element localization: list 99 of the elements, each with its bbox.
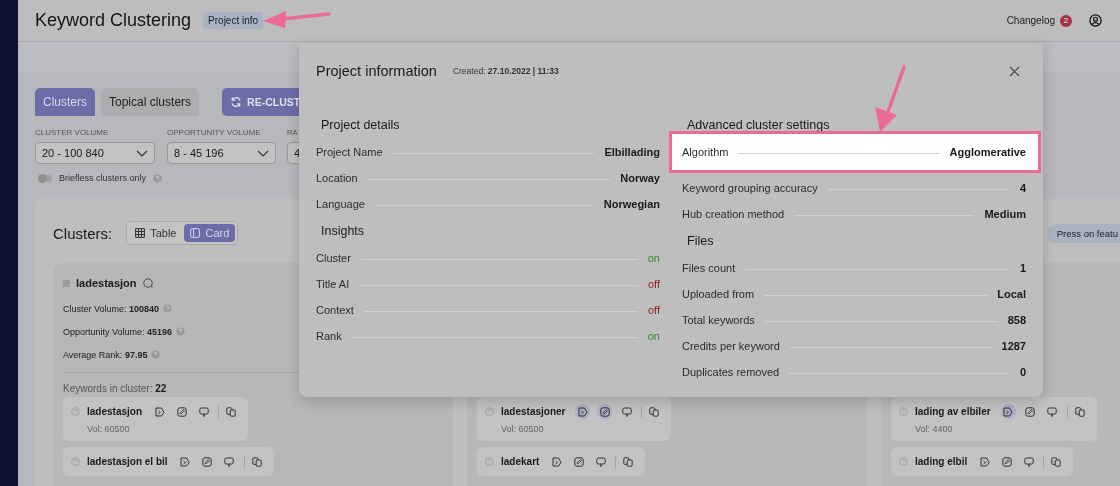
close-icon[interactable] <box>1009 65 1020 77</box>
grid-icon <box>135 228 146 238</box>
edit-icon[interactable] <box>1022 404 1038 419</box>
checkbox[interactable] <box>63 279 70 287</box>
detail-label: Rank <box>316 330 342 342</box>
detail-value: 1 <box>1019 262 1026 274</box>
detail-value: 4 <box>1019 182 1026 194</box>
edit-icon[interactable] <box>571 454 587 469</box>
section-heading: Insights <box>320 223 366 240</box>
brief-icon[interactable] <box>549 454 565 469</box>
chevron-down-icon <box>136 149 148 157</box>
monitor-icon[interactable] <box>196 404 212 419</box>
arrow-annotation <box>263 11 331 28</box>
detail-value: 858 <box>1007 314 1026 326</box>
dialog-title: Project information <box>316 63 437 79</box>
stat-text: Average Rank: 97.95 <box>63 349 148 360</box>
detail-value: off <box>647 278 660 290</box>
filter-dropdown[interactable]: 20 - 100 840 <box>35 142 155 164</box>
keyword-volume: Vol: 4400 <box>914 424 954 434</box>
stat-text: Cluster Volume: 100840 <box>63 303 160 314</box>
project-info-button[interactable]: Project info <box>203 12 264 29</box>
detail-label: Files count <box>682 262 736 274</box>
copy-icon[interactable] <box>649 406 660 417</box>
detail-value: Elbillading <box>604 146 660 158</box>
detail-label: Project Name <box>316 146 383 158</box>
detail-label: Uploaded from <box>682 288 755 300</box>
cluster-name: ladestasjon <box>76 277 137 289</box>
copy-icon[interactable] <box>1051 456 1062 467</box>
keyword-volume: Vol: 60500 <box>86 424 131 434</box>
monitor-icon[interactable] <box>221 454 237 469</box>
detail-value: Norwegian <box>603 198 660 210</box>
keyword-name: ladestasjon el bil <box>87 456 168 467</box>
copy-icon[interactable] <box>226 406 237 417</box>
brief-icon[interactable] <box>152 404 168 419</box>
detail-label: Title AI <box>316 278 350 290</box>
detail-value: Local <box>997 288 1026 300</box>
detail-value: 1287 <box>1001 340 1026 352</box>
monitor-icon[interactable] <box>619 404 635 419</box>
brief-icon[interactable] <box>977 454 993 469</box>
filter-label: OPPORTUNITY VOLUME <box>167 128 262 137</box>
copy-icon[interactable] <box>1074 406 1085 417</box>
edit-icon[interactable] <box>199 454 215 469</box>
detail-label: Keyword grouping accuracy <box>682 182 818 194</box>
detail-label: Algorithm <box>682 146 729 158</box>
brief-icon[interactable] <box>177 454 193 469</box>
view-toggle-button[interactable]: Table <box>129 224 183 242</box>
keyword-count-text: Keywords in cluster: 22 <box>63 383 168 394</box>
keyword-volume: Vol: 60500 <box>500 424 545 434</box>
edit-icon[interactable] <box>999 454 1015 469</box>
chat-bubble-icon[interactable] <box>142 278 153 288</box>
copy-icon[interactable] <box>623 456 634 467</box>
user-account-icon[interactable] <box>1089 14 1102 27</box>
card-icon <box>190 228 201 238</box>
detail-value: Medium <box>984 208 1026 220</box>
section-heading: Advanced cluster settings <box>686 117 831 134</box>
section-heading: Project details <box>320 117 401 134</box>
detail-label: Credits per keyword <box>682 340 780 352</box>
monitor-icon[interactable] <box>1021 454 1037 469</box>
section-title: Clusters: <box>53 224 113 242</box>
filter-dropdown[interactable]: 8 - 45 196 <box>167 142 276 164</box>
edit-icon[interactable] <box>174 404 190 419</box>
toggle-label: Briefless clusters only <box>59 173 147 183</box>
page-title: Keyword Clustering <box>35 10 192 31</box>
detail-value: on <box>647 330 660 342</box>
created-date: Created: 27.10.2022 | 11:33 <box>452 66 559 76</box>
detail-label: Hub creation method <box>682 208 785 220</box>
detail-label: Location <box>316 172 358 184</box>
detail-value: on <box>647 252 660 264</box>
detail-value: 0 <box>1019 366 1026 378</box>
monitor-icon[interactable] <box>1044 404 1060 419</box>
stat-text: Opportunity Volume: 45196 <box>63 326 173 337</box>
arrow-annotation <box>875 65 906 132</box>
hint-pill: Press on featu <box>1046 223 1120 243</box>
edit-icon[interactable] <box>597 404 613 419</box>
brief-icon[interactable] <box>1000 404 1016 419</box>
filter-label: CLUSTER VOLUME <box>35 128 110 137</box>
detail-label: Total keywords <box>682 314 755 326</box>
copy-icon[interactable] <box>251 456 262 467</box>
tab[interactable]: Topical clusters <box>101 88 200 116</box>
keyword-name: lading av elbiler <box>915 406 991 417</box>
detail-value: off <box>647 304 660 316</box>
toggle-switch[interactable] <box>38 174 52 182</box>
chevron-down-icon <box>257 149 269 157</box>
changelog-link[interactable]: Changelog <box>1006 15 1055 26</box>
keyword-name: ladekart <box>501 456 540 467</box>
keyword-name: lading elbil <box>915 456 968 467</box>
detail-value: Norway <box>620 172 660 184</box>
detail-label: Cluster <box>316 252 351 264</box>
keyword-name: ladestasjon <box>87 406 143 417</box>
detail-label: Context <box>316 304 354 316</box>
section-heading: Files <box>686 233 715 250</box>
detail-value: Agglomerative <box>949 146 1026 158</box>
changelog-count-badge: 2 <box>1060 14 1072 27</box>
brief-icon[interactable] <box>575 404 591 419</box>
keyword-name: ladestasjoner <box>501 406 566 417</box>
detail-label: Duplicates removed <box>682 366 780 378</box>
monitor-icon[interactable] <box>593 454 609 469</box>
refresh-icon <box>230 96 243 108</box>
detail-label: Language <box>316 198 365 210</box>
